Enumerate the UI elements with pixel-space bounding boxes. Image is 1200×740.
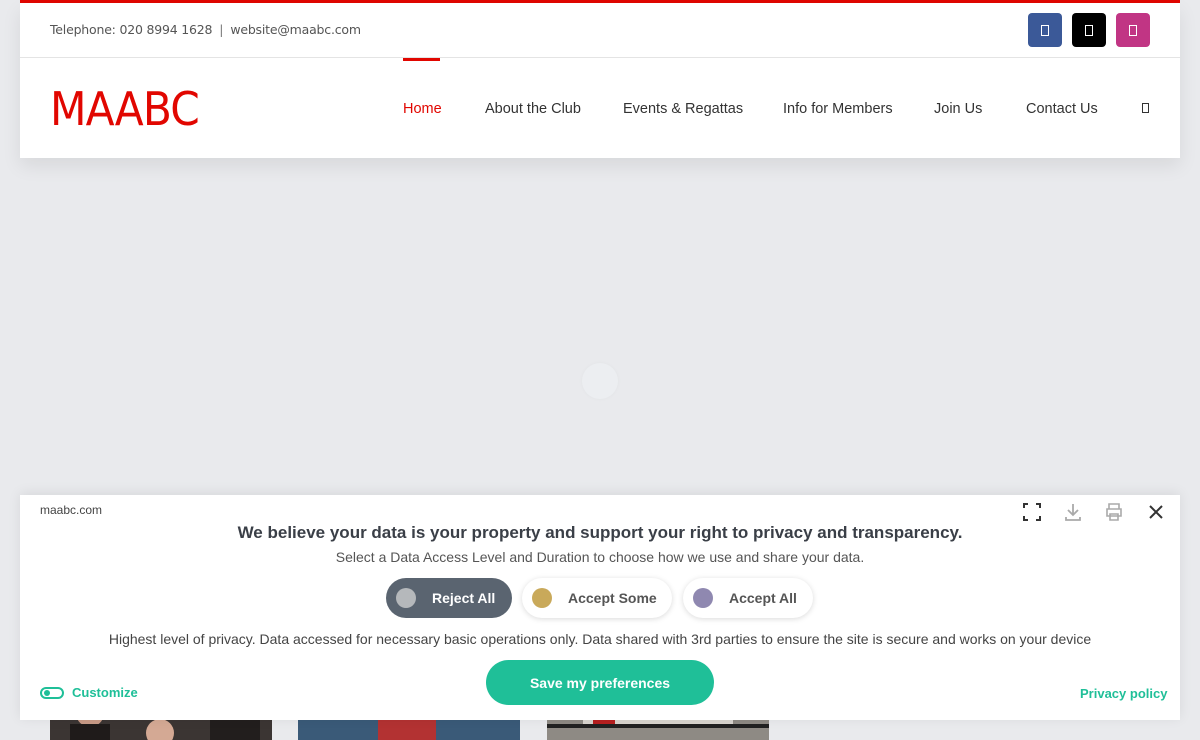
facebook-icon[interactable] (1028, 13, 1062, 47)
nav-item-home[interactable]: Home (403, 101, 442, 117)
download-icon[interactable] (1063, 502, 1083, 522)
reject-all-option[interactable]: Reject All (386, 578, 512, 618)
contact-bar: Telephone: 020 8994 1628 | website@maabc.c… (20, 3, 1180, 58)
email-link[interactable]: website@maabc.com (230, 22, 361, 37)
nav-item-join[interactable]: Join Us (934, 101, 982, 117)
instagram-icon[interactable] (1116, 13, 1150, 47)
level-dot-icon (396, 588, 416, 608)
nav-item-events[interactable]: Events & Regattas (623, 101, 743, 117)
consent-site-name: maabc.com (40, 503, 103, 517)
consent-title: We believe your data is your property an… (237, 523, 963, 542)
nav-item-contact[interactable]: Contact Us (1026, 101, 1098, 117)
consent-subtitle: Select a Data Access Level and Duration … (335, 549, 865, 565)
expand-icon[interactable] (1022, 502, 1042, 522)
site-header: Telephone: 020 8994 1628 | website@maabc.c… (20, 3, 1180, 158)
telephone-text: Telephone: 020 8994 1628 (50, 22, 213, 37)
consent-banner: maabc.com We believe your data is your p… (20, 495, 1180, 720)
consent-description: Highest level of privacy. Data accessed … (108, 631, 1092, 647)
toggle-icon (40, 686, 64, 699)
x-icon[interactable] (1072, 13, 1106, 47)
contact-separator: | (219, 22, 224, 37)
option-label: Accept All (729, 590, 797, 606)
option-label: Accept Some (568, 590, 657, 606)
site-logo[interactable]: MAABC (50, 82, 200, 136)
accept-all-option[interactable]: Accept All (683, 578, 813, 618)
privacy-policy-link[interactable]: Privacy policy (1080, 686, 1167, 701)
save-preferences-button[interactable]: Save my preferences (486, 660, 714, 705)
print-icon[interactable] (1104, 502, 1124, 522)
level-dot-icon (693, 588, 713, 608)
option-label: Reject All (432, 590, 496, 606)
customize-toggle[interactable]: Customize (40, 685, 138, 700)
customize-label: Customize (72, 685, 138, 700)
contact-info: Telephone: 020 8994 1628 | website@maabc.c… (50, 22, 361, 37)
level-dot-icon (532, 588, 552, 608)
nav-item-about[interactable]: About the Club (485, 101, 581, 117)
accept-some-option[interactable]: Accept Some (522, 578, 672, 618)
nav-active-indicator (403, 58, 440, 61)
nav-item-info-members[interactable]: Info for Members (783, 101, 893, 117)
loading-spinner (582, 363, 618, 399)
close-icon[interactable] (1146, 502, 1166, 522)
search-icon[interactable] (1142, 103, 1149, 113)
